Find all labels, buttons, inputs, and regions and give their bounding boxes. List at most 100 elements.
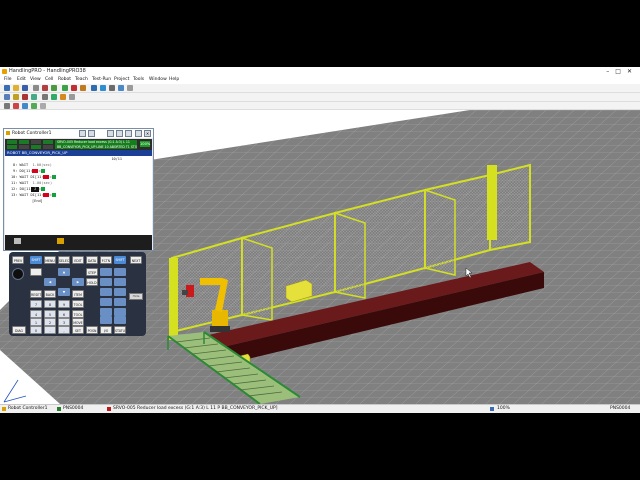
- menu-tools[interactable]: Tools: [133, 76, 144, 84]
- program-line[interactable]: 8: WAIT 1.00(sec): [13, 163, 52, 168]
- key-jog-x-minus[interactable]: [100, 268, 112, 276]
- menu-edit[interactable]: Edit: [17, 76, 26, 84]
- key-jog-j6-plus[interactable]: [114, 316, 126, 324]
- key-posn[interactable]: POSN: [86, 326, 98, 334]
- close-button[interactable]: ✕: [627, 68, 638, 75]
- program-line[interactable]: 11: WAIT 1.00(sec): [11, 181, 52, 186]
- camera-icon[interactable]: [22, 103, 28, 109]
- key-up-arrow[interactable]: ▲: [58, 268, 70, 276]
- key-tool2[interactable]: TOOL 2: [72, 310, 84, 318]
- stop-icon[interactable]: [71, 85, 77, 91]
- tp-close-icon[interactable]: ✕: [144, 130, 151, 137]
- menu-test-run[interactable]: Test-Run: [92, 76, 111, 84]
- key-backspace[interactable]: BACK SPACE: [44, 290, 56, 298]
- pan-icon[interactable]: [51, 94, 57, 100]
- key-jog-j4-plus[interactable]: [114, 298, 126, 306]
- key-reset[interactable]: RESET: [30, 290, 42, 298]
- key-8[interactable]: 8: [44, 300, 56, 308]
- key-6[interactable]: 6: [58, 310, 70, 318]
- menu-cell[interactable]: Cell: [45, 76, 53, 84]
- keypad-hide-button[interactable]: Hide: [129, 293, 143, 300]
- key-9[interactable]: 9: [58, 300, 70, 308]
- teach-pendant-window[interactable]: Robot Controller1 ✕ SRVO-005 Reducer loa…: [3, 128, 154, 251]
- key-dot[interactable]: .: [44, 326, 56, 334]
- options-icon[interactable]: [40, 103, 46, 109]
- key-item[interactable]: ITEM: [72, 290, 84, 298]
- view-side-icon[interactable]: [22, 94, 28, 100]
- key-jog-x-plus[interactable]: [114, 268, 126, 276]
- key-step[interactable]: STEP: [86, 268, 98, 276]
- tp-settings-icon[interactable]: [125, 130, 132, 137]
- menu-robot[interactable]: Robot: [58, 76, 71, 84]
- key-jog-j5-plus[interactable]: [114, 308, 126, 316]
- key-down-arrow[interactable]: ▼: [58, 288, 70, 296]
- key-diag-help[interactable]: DIAG HELP: [12, 326, 26, 334]
- key-3[interactable]: 3: [58, 318, 70, 326]
- cell-browser-icon[interactable]: [51, 85, 57, 91]
- maximize-button[interactable]: □: [615, 68, 627, 75]
- grid-menu-icon[interactable]: [14, 238, 21, 244]
- robot-icon[interactable]: [42, 85, 48, 91]
- open-icon[interactable]: [13, 85, 19, 91]
- minimize-button[interactable]: –: [606, 68, 615, 75]
- key-shift-left[interactable]: SHIFT: [30, 256, 42, 264]
- pause-icon[interactable]: [80, 85, 86, 91]
- save-icon[interactable]: [22, 85, 28, 91]
- wireframe-icon[interactable]: [69, 94, 75, 100]
- run-icon[interactable]: [62, 85, 68, 91]
- key-fctn[interactable]: FCTN: [100, 256, 112, 264]
- key-tool1[interactable]: TOOL 1: [72, 300, 84, 308]
- cut-icon[interactable]: [33, 85, 39, 91]
- tp-reset-icon[interactable]: [116, 130, 123, 137]
- key-data[interactable]: DATA: [86, 256, 98, 264]
- menu-teach[interactable]: Teach: [75, 76, 88, 84]
- instruction-icon[interactable]: [57, 238, 64, 244]
- key-next[interactable]: NEXT: [130, 256, 142, 264]
- tp-minimize-icon[interactable]: [135, 130, 142, 137]
- menu-view[interactable]: View: [30, 76, 41, 84]
- frame-icon[interactable]: [127, 85, 133, 91]
- key-shift-right[interactable]: SHIFT: [114, 256, 126, 264]
- teach-icon[interactable]: [100, 85, 106, 91]
- key-move-menu[interactable]: MOVE MENU: [72, 318, 84, 326]
- key-select[interactable]: SELECT: [58, 256, 70, 264]
- key-jog-z-minus[interactable]: [100, 288, 112, 296]
- key-5[interactable]: 5: [44, 310, 56, 318]
- key-setup[interactable]: SET UP: [72, 326, 84, 334]
- program-line[interactable]: 9: DO[11: =: [13, 169, 45, 174]
- emergency-stop-icon[interactable]: [12, 268, 24, 280]
- tp-refresh-icon[interactable]: [107, 130, 114, 137]
- tp-pin-icon[interactable]: [79, 130, 86, 137]
- key-io[interactable]: I/O: [100, 326, 112, 334]
- key-right-arrow[interactable]: ▶: [72, 278, 84, 286]
- new-icon[interactable]: [4, 85, 10, 91]
- rotate-icon[interactable]: [60, 94, 66, 100]
- program-line[interactable]: 10: WAIT DI[11: =: [11, 175, 56, 180]
- key-1[interactable]: 1: [30, 318, 42, 326]
- tp-speed-override[interactable]: 100%: [140, 141, 150, 147]
- key-jog-j4-minus[interactable]: [100, 298, 112, 306]
- tp-keyboard-icon[interactable]: [88, 130, 95, 137]
- jog-icon[interactable]: [118, 85, 124, 91]
- key-status[interactable]: STATUS: [114, 326, 126, 334]
- key-disp[interactable]: [30, 268, 42, 276]
- collision-icon[interactable]: [13, 103, 19, 109]
- key-jog-j6-minus[interactable]: [100, 316, 112, 324]
- key-menu[interactable]: MENU: [44, 256, 56, 264]
- key-left-arrow[interactable]: ◀: [44, 278, 56, 286]
- profiler-icon[interactable]: [31, 103, 37, 109]
- program-line[interactable]: 13: WAIT DI[11: =: [11, 193, 56, 198]
- menu-help[interactable]: Help: [169, 76, 179, 84]
- key-jog-y-plus[interactable]: [114, 278, 126, 286]
- key-edit[interactable]: EDIT: [72, 256, 84, 264]
- key-hold[interactable]: HOLD: [86, 278, 98, 286]
- menu-project[interactable]: Project: [114, 76, 129, 84]
- record-icon[interactable]: [91, 85, 97, 91]
- key-prev[interactable]: PREV: [12, 256, 24, 264]
- key-jog-y-minus[interactable]: [100, 278, 112, 286]
- view-iso-icon[interactable]: [31, 94, 37, 100]
- key-2[interactable]: 2: [44, 318, 56, 326]
- zoom-icon[interactable]: [42, 94, 48, 100]
- key-0[interactable]: 0: [30, 326, 42, 334]
- key-4[interactable]: 4: [30, 310, 42, 318]
